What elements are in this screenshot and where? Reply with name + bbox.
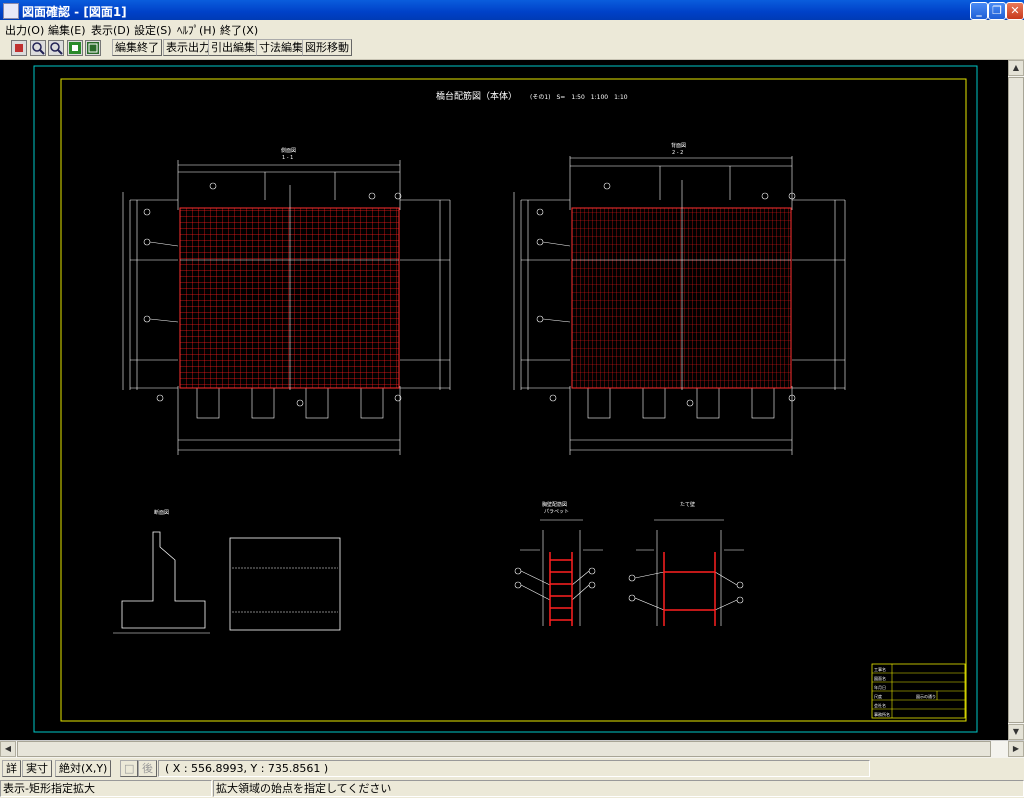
titleblock-row-5: 会社名 bbox=[874, 702, 886, 708]
restore-button[interactable]: ❐ bbox=[988, 2, 1006, 20]
scroll-up-arrow[interactable]: ▲ bbox=[1008, 60, 1024, 76]
zoom-window-icon[interactable] bbox=[85, 40, 101, 56]
coordinate-readout: ( X : 556.8993, Y : 735.8561 ) bbox=[158, 760, 870, 777]
zoom-in-icon[interactable] bbox=[30, 40, 46, 56]
arrow-right-icon: ▶ bbox=[1012, 744, 1020, 753]
minimize-button[interactable]: _ bbox=[970, 2, 988, 20]
vertical-scroll-thumb[interactable] bbox=[1008, 77, 1024, 723]
side-view-sub: 1 - 1 bbox=[282, 155, 293, 161]
select-icon[interactable] bbox=[11, 40, 27, 56]
horizontal-scrollbar[interactable]: ◀ ▶ bbox=[0, 740, 1024, 758]
drawing-canvas[interactable]: 橋台配筋図（本体） (その1) S= 1:50 1:100 1:10 側面図 1… bbox=[0, 60, 1008, 740]
side-view-label: 側面図 bbox=[281, 147, 296, 154]
outer-frame bbox=[33, 65, 978, 733]
menu-settings[interactable]: 設定(S) bbox=[134, 22, 172, 38]
wall-detail-label: たて壁 bbox=[680, 501, 695, 508]
menu-exit[interactable]: 終了(X) bbox=[220, 22, 258, 38]
menu-bar: 出力(O) 編集(E) 表示(D) 設定(S) ﾍﾙﾌﾟ(H) 終了(X) bbox=[0, 20, 1024, 37]
back-button[interactable]: 後 bbox=[138, 760, 157, 777]
titleblock-row-3: 年月日 bbox=[874, 684, 886, 690]
app-icon bbox=[3, 3, 19, 19]
titleblock-row-6: 事務所名 bbox=[874, 711, 890, 717]
absolute-xy-button[interactable]: 絶対(X,Y) bbox=[55, 760, 112, 777]
parapet-detail-sub: パラペット bbox=[544, 509, 569, 515]
menu-view[interactable]: 表示(D) bbox=[91, 22, 130, 38]
titleblock-scale-value: 図示の通り bbox=[916, 693, 936, 699]
title-bar: 図面確認 - [図面1] _ ❐ ✕ bbox=[0, 0, 1024, 20]
scroll-down-arrow[interactable]: ▼ bbox=[1008, 724, 1024, 740]
side-view: 側面図 1 - 1 bbox=[122, 147, 451, 455]
arrow-up-icon: ▲ bbox=[1012, 63, 1020, 72]
section-view: 断面図 bbox=[113, 509, 210, 634]
bottom-toolbar: 詳 実寸 絶対(X,Y) □ 後 ( X : 556.8993, Y : 735… bbox=[0, 758, 1024, 778]
dimension-edit-button[interactable]: 寸法編集 bbox=[256, 39, 306, 56]
drawing-subtitle: (その1) S= 1:50 1:100 1:10 bbox=[530, 94, 628, 101]
menu-output[interactable]: 出力(O) bbox=[5, 22, 44, 38]
drawing-title: 橋台配筋図（本体） bbox=[436, 90, 517, 102]
display-output-button[interactable]: 表示出力 bbox=[163, 39, 213, 56]
shape-move-button[interactable]: 図形移動 bbox=[302, 39, 352, 56]
edit-end-button[interactable]: 編集終了 bbox=[112, 39, 162, 56]
back-view: 背面図 2 - 2 bbox=[513, 142, 846, 455]
toolbar: 編集終了 表示出力 引出編集 寸法編集 図形移動 bbox=[0, 37, 1024, 60]
back-view-label: 背面図 bbox=[671, 142, 686, 149]
back-view-sub: 2 - 2 bbox=[672, 150, 683, 156]
restore-icon: ❐ bbox=[992, 4, 1002, 17]
titleblock-row-4: 尺度 bbox=[874, 693, 882, 699]
titleblock-row-2: 図面名 bbox=[874, 675, 886, 681]
minimize-icon: _ bbox=[976, 4, 982, 17]
front-view bbox=[229, 537, 341, 631]
status-bar: 表示-矩形指定拡大 拡大領域の始点を指定してください bbox=[0, 779, 1024, 798]
scroll-left-arrow[interactable]: ◀ bbox=[0, 741, 16, 757]
parapet-detail: 胸壁配筋図 パラペット bbox=[514, 501, 603, 626]
actual-size-button[interactable]: 実寸 bbox=[22, 760, 52, 777]
zoom-out-icon[interactable] bbox=[48, 40, 64, 56]
menu-help[interactable]: ﾍﾙﾌﾟ(H) bbox=[177, 22, 216, 38]
vertical-scrollbar[interactable]: ▲ ▼ bbox=[1008, 60, 1024, 740]
horizontal-scroll-thumb[interactable] bbox=[17, 741, 991, 757]
window-title: 図面確認 - [図面1] bbox=[22, 5, 127, 19]
menu-edit[interactable]: 編集(E) bbox=[48, 22, 86, 38]
status-message: 拡大領域の始点を指定してください bbox=[213, 780, 1024, 797]
wall-detail: たて壁 bbox=[628, 501, 744, 626]
zoom-fit-icon[interactable] bbox=[67, 40, 83, 56]
title-block: 工事名 図面名 年月日 尺度 会社名 事務所名 図示の通り bbox=[871, 663, 966, 719]
detail-button[interactable]: 詳 bbox=[2, 760, 21, 777]
titleblock-row-1: 工事名 bbox=[874, 666, 886, 672]
leader-edit-button[interactable]: 引出編集 bbox=[208, 39, 258, 56]
section-label: 断面図 bbox=[154, 509, 169, 516]
undo-disabled-button[interactable]: □ bbox=[120, 760, 139, 777]
close-icon: ✕ bbox=[1010, 4, 1020, 17]
status-mode: 表示-矩形指定拡大 bbox=[0, 780, 212, 797]
arrow-left-icon: ◀ bbox=[4, 744, 12, 753]
cad-drawing: 橋台配筋図（本体） (その1) S= 1:50 1:100 1:10 側面図 1… bbox=[33, 65, 978, 733]
parapet-detail-label: 胸壁配筋図 bbox=[542, 501, 567, 508]
scroll-right-arrow[interactable]: ▶ bbox=[1008, 741, 1024, 757]
arrow-down-icon: ▼ bbox=[1012, 727, 1020, 736]
close-button[interactable]: ✕ bbox=[1006, 2, 1024, 20]
